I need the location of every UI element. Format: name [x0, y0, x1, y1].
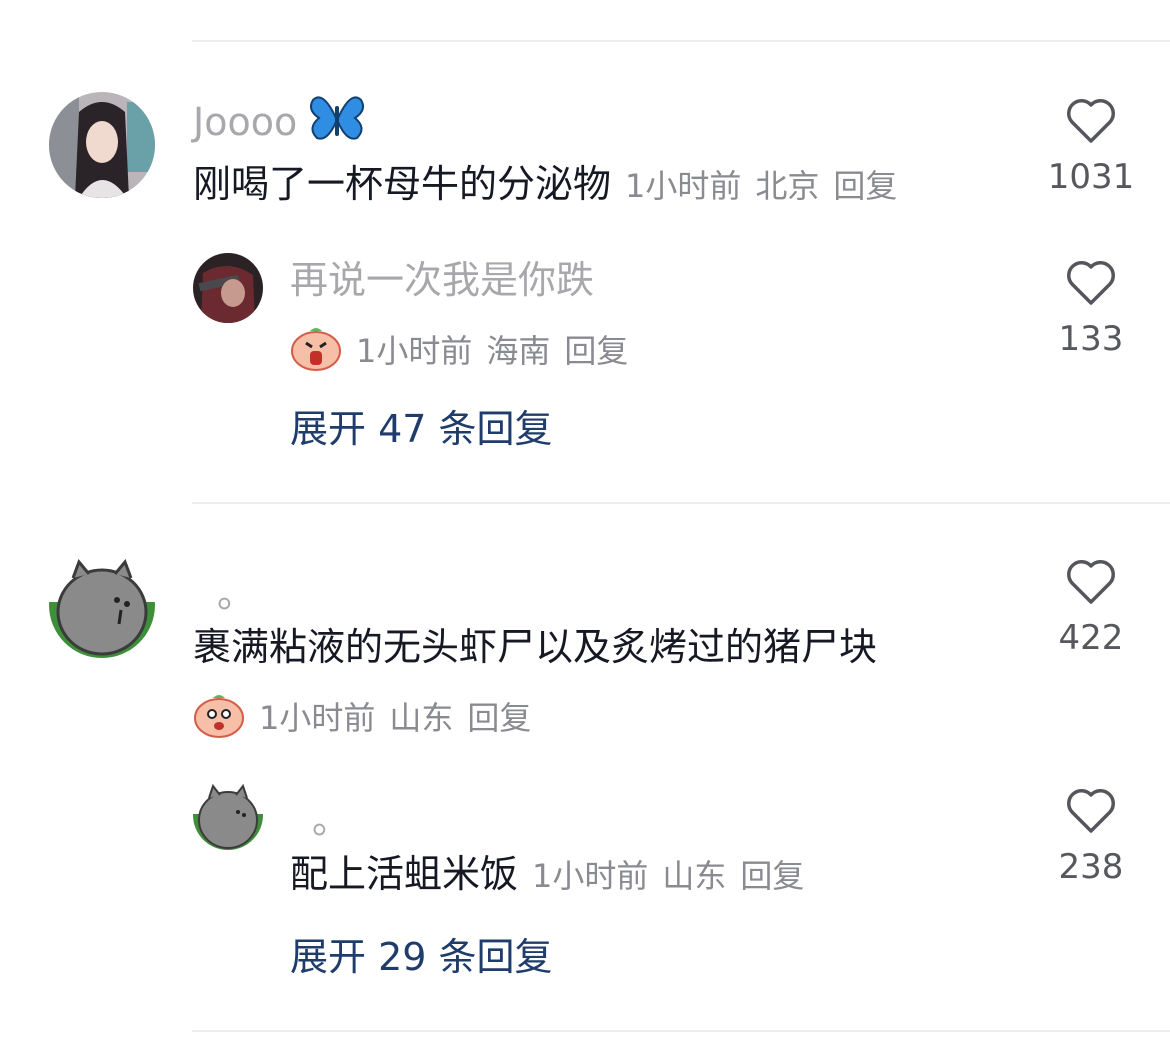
heart-icon: [1067, 261, 1115, 305]
butterfly-icon: [309, 96, 365, 148]
avatar[interactable]: [193, 253, 263, 323]
avatar[interactable]: [193, 780, 263, 850]
avatar[interactable]: [49, 552, 155, 658]
reply-username[interactable]: 。: [312, 801, 350, 839]
reply-time: 1小时前: [532, 857, 649, 895]
like-button[interactable]: 422: [1041, 557, 1141, 655]
reply-username[interactable]: 再说一次我是你跌: [290, 261, 594, 299]
like-button[interactable]: 238: [1041, 786, 1141, 884]
expand-replies-link[interactable]: 展开 47 条回复: [290, 410, 553, 448]
comment-time: 1小时前: [259, 698, 376, 737]
comment-username[interactable]: 。: [217, 575, 255, 613]
reply-location: 海南: [486, 331, 551, 370]
comment-location: 山东: [389, 698, 454, 737]
like-button[interactable]: 1031: [1041, 96, 1141, 194]
like-count: 238: [1058, 847, 1124, 887]
divider-top: [192, 40, 1170, 42]
comment-body: 裹满粘液的无头虾尸以及炙烤过的猪尸块: [193, 625, 878, 669]
divider-bottom: [192, 1030, 1170, 1032]
like-count: 133: [1058, 319, 1124, 359]
username-label: 。: [312, 798, 351, 842]
like-button[interactable]: 133: [1041, 258, 1141, 356]
reply-text: 配上活蛆米饭 1小时前 山东 回复: [290, 855, 818, 893]
like-count: 1031: [1047, 157, 1135, 197]
comment-time: 1小时前: [625, 167, 742, 205]
reply-button[interactable]: 回复: [467, 702, 531, 734]
expand-replies-link[interactable]: 展开 29 条回复: [290, 938, 553, 976]
heart-icon: [1067, 560, 1115, 604]
reply-meta: 1小时前 海南 回复: [290, 325, 642, 376]
like-count: 422: [1058, 618, 1124, 658]
comment-text: 刚喝了一杯母牛的分泌物 1小时前 北京 回复: [193, 165, 911, 203]
heart-icon: [1067, 99, 1115, 143]
comment-meta: 1小时前 山东 回复: [193, 692, 545, 743]
shocked-peach-emoji: [290, 325, 342, 376]
heart-icon: [1067, 789, 1115, 833]
reply-button[interactable]: 回复: [833, 167, 897, 205]
reply-body: 配上活蛆米饭: [290, 852, 519, 896]
reply-location: 山东: [662, 857, 727, 895]
reply-button[interactable]: 回复: [564, 335, 628, 367]
comment-username[interactable]: Joooo: [193, 96, 365, 148]
reply-button[interactable]: 回复: [740, 857, 804, 895]
nervous-peach-emoji: [193, 692, 245, 743]
comment-text: 裹满粘液的无头虾尸以及炙烤过的猪尸块: [193, 628, 877, 666]
avatar[interactable]: [49, 92, 155, 198]
username-label: 。: [217, 572, 256, 616]
comment-location: 北京: [755, 167, 820, 205]
username-label: Joooo: [193, 100, 298, 144]
divider: [192, 502, 1170, 504]
username-label: 再说一次我是你跌: [290, 258, 595, 302]
reply-time: 1小时前: [356, 331, 473, 370]
comment-body: 刚喝了一杯母牛的分泌物: [193, 162, 612, 206]
